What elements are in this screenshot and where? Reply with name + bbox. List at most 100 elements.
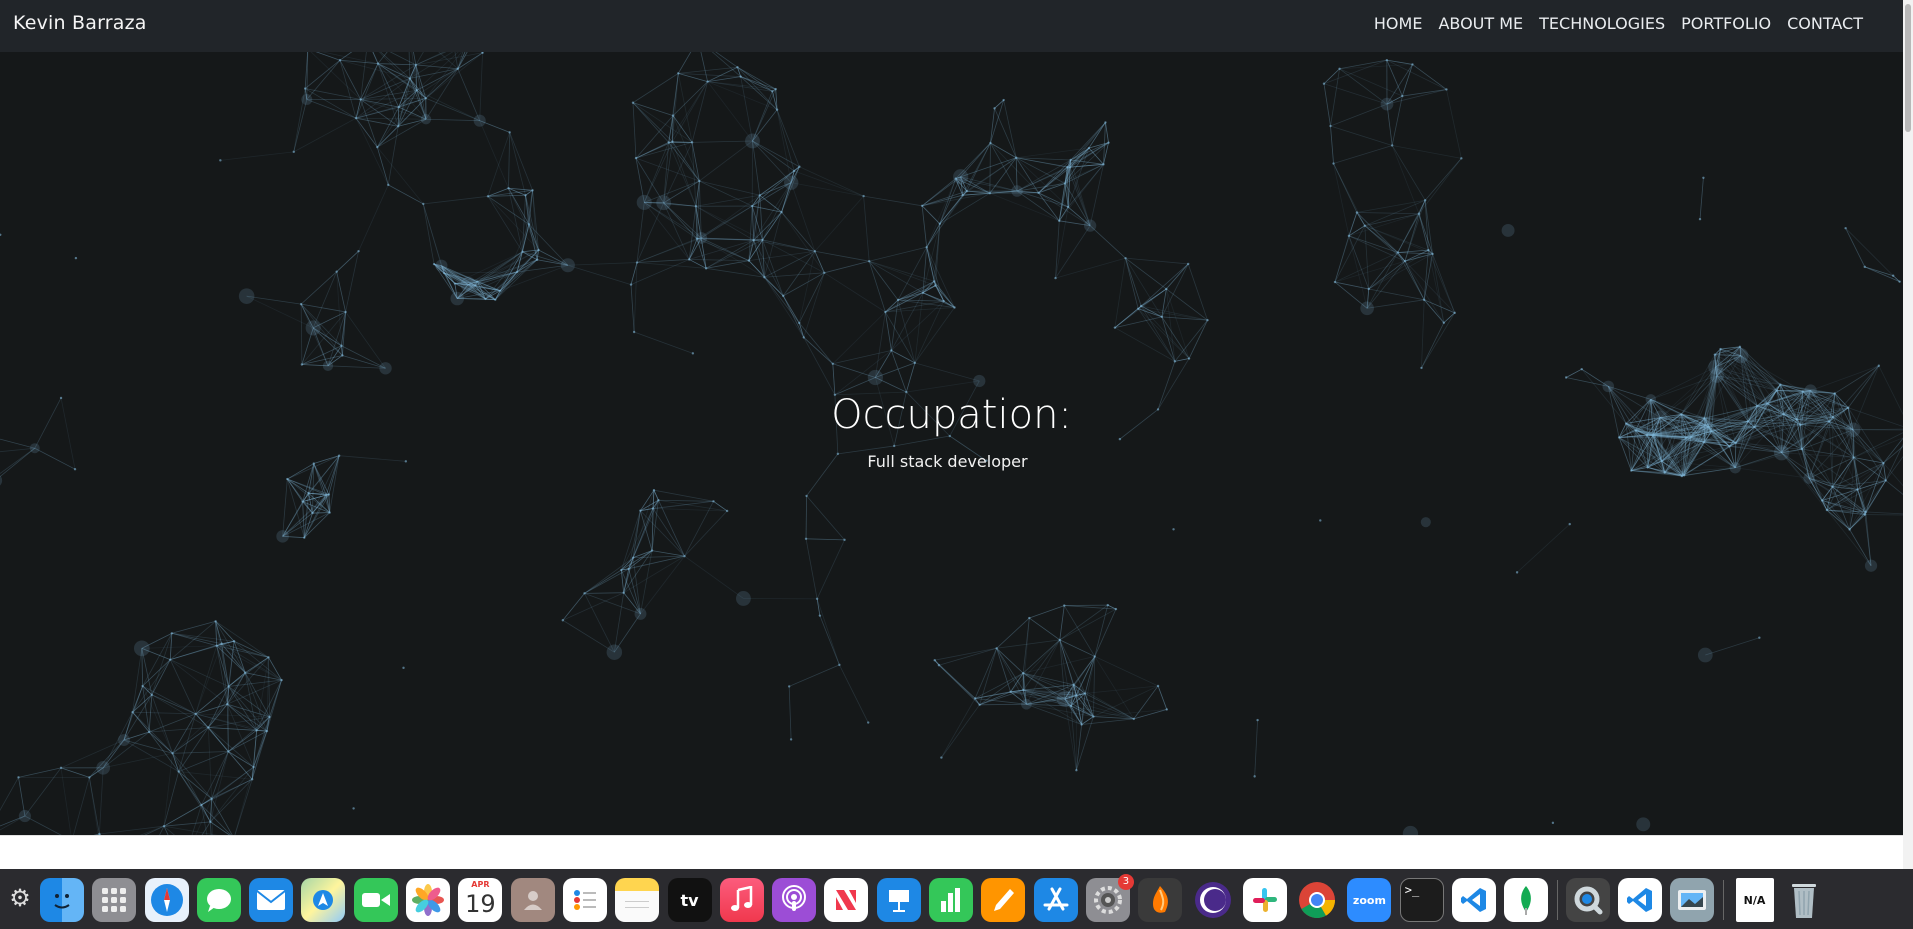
particle-link	[1397, 252, 1433, 255]
particle-link	[921, 205, 941, 225]
particle-link	[632, 102, 673, 143]
keynote-icon[interactable]	[876, 878, 921, 922]
na-document-icon[interactable]: N/A	[1735, 878, 1774, 922]
launchpad-icon[interactable]	[92, 878, 137, 922]
particle-link	[819, 615, 840, 666]
particle-node	[1102, 163, 1105, 166]
trash-icon[interactable]	[1782, 878, 1826, 922]
particle-link	[868, 260, 899, 301]
nav-home[interactable]: HOME	[1374, 14, 1423, 33]
particle-node	[515, 270, 519, 274]
news-icon[interactable]	[824, 878, 869, 922]
contacts-icon[interactable]	[510, 878, 555, 922]
particle-link	[567, 264, 632, 285]
nav-about-me[interactable]: ABOUT ME	[1438, 14, 1523, 33]
music-icon[interactable]	[719, 878, 764, 922]
particle-link	[644, 202, 698, 239]
particle-node	[736, 66, 739, 69]
pages-icon[interactable]	[981, 878, 1026, 922]
particle-link	[508, 132, 511, 189]
particle-link	[752, 140, 792, 183]
system-settings-icon[interactable]: 3	[1085, 874, 1134, 922]
maps-icon[interactable]	[301, 878, 346, 922]
particle-link	[1699, 177, 1704, 220]
particle-link	[172, 713, 196, 754]
particle-node	[1066, 166, 1069, 169]
terminal-icon[interactable]: >_	[1399, 878, 1444, 922]
nav-contact[interactable]: CONTACT	[1787, 14, 1863, 33]
particle-node	[634, 607, 647, 620]
particle-node	[1136, 307, 1140, 310]
tor-browser-icon[interactable]	[1191, 878, 1235, 922]
particle-link	[1125, 257, 1189, 265]
particle-node	[636, 194, 652, 210]
calendar-icon[interactable]: APR 19	[458, 878, 503, 922]
particle-link	[897, 285, 936, 301]
particle-link	[1125, 258, 1139, 309]
messages-icon[interactable]	[196, 878, 241, 922]
particle-node	[1011, 185, 1023, 197]
nav-technologies[interactable]: TECHNOLOGIES	[1539, 14, 1665, 33]
nav-portfolio[interactable]: PORTFOLIO	[1681, 14, 1771, 33]
particle-link	[839, 664, 869, 723]
particle-link	[425, 118, 480, 122]
scrollbar-thumb[interactable]	[1905, 4, 1911, 132]
gear-icon[interactable]: ⚙	[6, 884, 34, 912]
reminders-icon[interactable]	[562, 878, 607, 922]
particle-link	[1038, 166, 1068, 194]
vscode-insiders-icon[interactable]	[1617, 878, 1662, 922]
particle-node	[1431, 252, 1434, 256]
safari-icon[interactable]	[144, 878, 189, 922]
zoom-icon[interactable]: zoom	[1347, 878, 1392, 922]
particle-link	[938, 647, 997, 666]
particle-node	[978, 703, 981, 706]
particle-node	[1411, 63, 1414, 66]
particle-node	[761, 238, 764, 242]
vscode-icon[interactable]	[1452, 878, 1497, 922]
particle-link	[1421, 322, 1445, 369]
appletv-icon[interactable]: tv	[667, 878, 712, 922]
particle-node	[537, 248, 540, 252]
particle-node	[752, 238, 755, 242]
particle-link	[632, 102, 637, 159]
particle-link	[1161, 316, 1190, 359]
particle-node	[1380, 97, 1394, 111]
podcasts-icon[interactable]	[772, 878, 817, 922]
particle-link	[360, 99, 378, 148]
facetime-icon[interactable]	[353, 878, 398, 922]
na-label: N/A	[1743, 893, 1766, 907]
photos-icon[interactable]	[406, 878, 451, 922]
chrome-icon[interactable]	[1295, 878, 1339, 922]
particle-link	[1330, 125, 1334, 164]
particle-node	[397, 105, 400, 109]
particle-node	[276, 530, 289, 543]
numbers-icon[interactable]	[929, 878, 974, 922]
brand-name[interactable]: Kevin Barraza	[13, 12, 147, 34]
preview-icon[interactable]	[1670, 878, 1715, 922]
particle-node	[1848, 528, 1851, 531]
particle-node	[227, 685, 230, 688]
particle-link	[816, 598, 821, 616]
finder-icon[interactable]	[40, 878, 84, 922]
mongodb-icon[interactable]	[1504, 878, 1549, 922]
mail-icon[interactable]	[249, 878, 294, 922]
particle-link	[304, 88, 357, 119]
particle-node	[632, 330, 636, 334]
appstore-icon[interactable]	[1033, 878, 1078, 922]
particle-link	[487, 196, 523, 252]
particle-link	[630, 259, 690, 285]
particle-link	[699, 180, 753, 207]
particle-link	[1016, 159, 1071, 192]
particle-link	[423, 195, 489, 205]
particle-node	[200, 803, 203, 807]
particle-node	[688, 258, 691, 261]
slack-icon[interactable]	[1242, 878, 1287, 922]
fl-studio-icon[interactable]	[1138, 878, 1183, 922]
particle-link	[762, 211, 782, 241]
quicktime-icon[interactable]	[1565, 878, 1610, 922]
particle-node	[1698, 217, 1702, 221]
particle-node	[1728, 445, 1731, 448]
notes-icon[interactable]	[615, 878, 660, 922]
particle-node	[1564, 376, 1568, 379]
particle-link	[863, 195, 923, 207]
